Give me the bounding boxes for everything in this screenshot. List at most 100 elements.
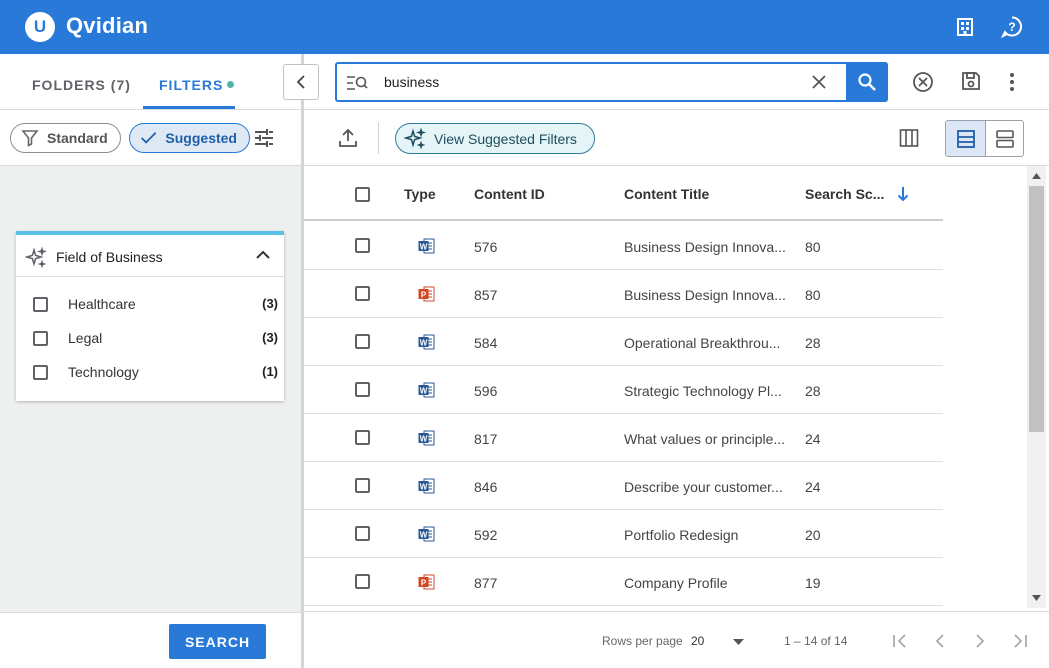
filter-item-healthcare[interactable]: Healthcare (3) [16, 288, 284, 322]
table-row[interactable]: P 877 Company Profile 19 [304, 558, 943, 606]
search-submit-button[interactable] [846, 62, 888, 102]
column-header-content-title[interactable]: Content Title [624, 186, 709, 202]
panel-tabs: FOLDERS (7) FILTERS [0, 54, 301, 110]
content-id-cell: 877 [474, 575, 498, 591]
search-icon [858, 73, 876, 91]
search-score-cell: 20 [805, 527, 821, 543]
save-icon[interactable] [961, 71, 981, 91]
row-checkbox[interactable] [355, 334, 370, 349]
list-view-button[interactable] [946, 121, 986, 156]
previous-page-icon[interactable] [934, 633, 946, 649]
chevron-up-icon[interactable] [256, 250, 270, 260]
svg-text:W: W [420, 338, 428, 347]
search-score-cell: 24 [805, 431, 821, 447]
table-row[interactable]: W 817 What values or principle... 24 [304, 414, 943, 462]
content-id-cell: 596 [474, 383, 498, 399]
search-input[interactable]: business [335, 62, 888, 102]
search-score-cell: 28 [805, 383, 821, 399]
toolbar-separator [378, 122, 379, 154]
search-value: business [384, 74, 440, 90]
brand-name: Qvidian [66, 13, 149, 38]
scroll-up-icon[interactable] [1032, 173, 1041, 179]
row-checkbox[interactable] [355, 478, 370, 493]
row-checkbox[interactable] [355, 286, 370, 301]
search-button[interactable]: SEARCH [169, 624, 266, 659]
checkbox[interactable] [33, 297, 48, 312]
content-title-cell[interactable]: Business Design Innova... [624, 239, 786, 255]
suggested-chip[interactable]: Suggested [129, 123, 250, 153]
content-title-cell[interactable]: Strategic Technology Pl... [624, 383, 782, 399]
scrollbar[interactable] [1027, 166, 1046, 608]
view-suggested-filters-button[interactable]: View Suggested Filters [395, 123, 595, 154]
filter-item-count: (1) [262, 364, 278, 379]
row-checkbox[interactable] [355, 382, 370, 397]
content-title-cell[interactable]: Company Profile [624, 575, 728, 591]
more-vert-icon[interactable] [1003, 72, 1021, 92]
content-id-cell: 576 [474, 239, 498, 255]
clear-icon[interactable] [811, 74, 827, 90]
list-view-icon [956, 129, 975, 148]
content-id-cell: 817 [474, 431, 498, 447]
active-tab-indicator [143, 106, 235, 109]
first-page-icon[interactable] [892, 633, 908, 649]
tab-folders[interactable]: FOLDERS (7) [32, 77, 131, 93]
cancel-circle-icon[interactable] [912, 71, 934, 93]
content-title-cell[interactable]: Operational Breakthrou... [624, 335, 780, 351]
checkbox[interactable] [33, 331, 48, 346]
table-row[interactable]: W 596 Strategic Technology Pl... 28 [304, 366, 943, 414]
sort-descending-icon[interactable] [897, 186, 909, 202]
standard-chip[interactable]: Standard [10, 123, 121, 153]
content-title-cell[interactable]: What values or principle... [624, 431, 785, 447]
building-icon[interactable] [953, 15, 977, 39]
svg-text:P: P [421, 290, 427, 299]
tune-icon[interactable] [254, 128, 274, 148]
filters-active-dot [227, 80, 235, 88]
word-file-icon: W [418, 334, 435, 350]
filter-item-legal[interactable]: Legal (3) [16, 322, 284, 356]
table-row[interactable]: W 584 Operational Breakthrou... 28 [304, 318, 943, 366]
standard-chip-label: Standard [47, 130, 108, 146]
filter-icon [21, 130, 39, 147]
filter-group-header[interactable]: Field of Business [16, 235, 284, 277]
row-checkbox[interactable] [355, 430, 370, 445]
row-checkbox[interactable] [355, 574, 370, 589]
upload-icon[interactable] [338, 128, 358, 148]
table-row[interactable]: P 857 Business Design Innova... 80 [304, 270, 943, 318]
table-row[interactable]: W 576 Business Design Innova... 80 [304, 222, 943, 270]
column-header-type[interactable]: Type [404, 186, 436, 202]
search-score-cell: 28 [805, 335, 821, 351]
rows-per-page-label: Rows per page [602, 634, 683, 648]
content-title-cell[interactable]: Describe your customer... [624, 479, 783, 495]
word-file-icon: W [418, 478, 435, 494]
checkbox[interactable] [33, 365, 48, 380]
chevron-left-icon [296, 75, 305, 89]
dropdown-arrow-icon[interactable] [733, 639, 744, 645]
sparkle-icon [25, 247, 47, 269]
row-checkbox[interactable] [355, 526, 370, 541]
word-file-icon: W [418, 430, 435, 446]
check-icon [141, 132, 157, 144]
help-icon[interactable]: ? [1000, 15, 1024, 39]
table-row[interactable]: W 592 Portfolio Redesign 20 [304, 510, 943, 558]
table-row[interactable]: W 846 Describe your customer... 24 [304, 462, 943, 510]
rows-per-page-select[interactable]: 20 [691, 634, 704, 648]
last-page-icon[interactable] [1012, 633, 1028, 649]
tab-filters-label: FILTERS [159, 77, 224, 93]
column-header-content-id[interactable]: Content ID [474, 186, 545, 202]
scrollbar-thumb[interactable] [1029, 186, 1044, 432]
next-page-icon[interactable] [974, 633, 986, 649]
content-title-cell[interactable]: Portfolio Redesign [624, 527, 738, 543]
card-view-button[interactable] [986, 121, 1023, 156]
select-all-checkbox[interactable] [355, 187, 370, 202]
view-toggle [945, 120, 1024, 157]
row-checkbox[interactable] [355, 238, 370, 253]
scroll-down-icon[interactable] [1032, 595, 1041, 601]
content-title-cell[interactable]: Business Design Innova... [624, 287, 786, 303]
tab-filters[interactable]: FILTERS [159, 77, 235, 93]
collapse-panel-button[interactable] [283, 64, 319, 100]
columns-icon[interactable] [899, 128, 919, 148]
sparkle-icon [404, 127, 426, 149]
column-header-search-score[interactable]: Search Sc... [805, 186, 884, 202]
word-file-icon: W [418, 238, 435, 254]
filter-item-technology[interactable]: Technology (1) [16, 356, 284, 390]
